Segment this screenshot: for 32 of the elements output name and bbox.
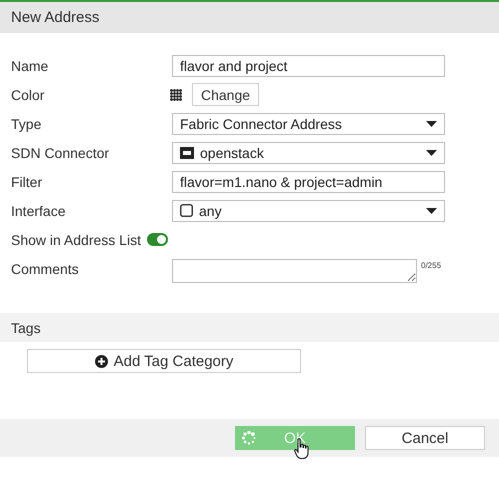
add-tag-category-button[interactable]: Add Tag Category <box>27 349 301 373</box>
text-field[interactable]: flavor=m1.nano & project=admin <box>172 170 445 192</box>
character-counter: 0/255 <box>421 261 442 270</box>
field-label: Show in Address List <box>10 232 141 248</box>
field-label: Filter <box>10 174 44 190</box>
field-label: SDN Connector <box>10 144 110 160</box>
toggle-switch[interactable] <box>146 233 168 246</box>
stack-icon <box>180 146 194 158</box>
caret-icon <box>426 208 437 214</box>
dropdown-value: openstack <box>200 144 264 160</box>
cancel-button[interactable]: Cancel <box>365 426 485 450</box>
plus-circle-icon <box>94 354 108 368</box>
field-label: Interface <box>10 202 66 218</box>
color-swatch-icon[interactable] <box>170 88 182 100</box>
dropdown[interactable]: Fabric Connector Address <box>172 112 445 134</box>
dropdown[interactable]: any <box>172 200 445 222</box>
dialog-title: New Address <box>11 9 100 26</box>
dropdown-value: any <box>199 202 222 218</box>
section-title: Tags <box>11 320 41 336</box>
comments-field[interactable] <box>172 259 417 283</box>
text-field[interactable]: flavor and project <box>172 54 445 76</box>
caret-icon <box>426 150 437 156</box>
dropdown-value: Fabric Connector Address <box>180 116 342 132</box>
field-label: Comments <box>10 260 80 277</box>
caret-icon <box>426 120 437 126</box>
dropdown[interactable]: openstack <box>172 142 445 164</box>
field-label: Type <box>10 116 42 132</box>
field-label: Color <box>10 86 46 102</box>
square-icon <box>180 204 193 217</box>
field-label: Name <box>10 58 50 74</box>
change-button[interactable]: Change <box>192 83 260 106</box>
spinner-icon <box>242 431 256 445</box>
